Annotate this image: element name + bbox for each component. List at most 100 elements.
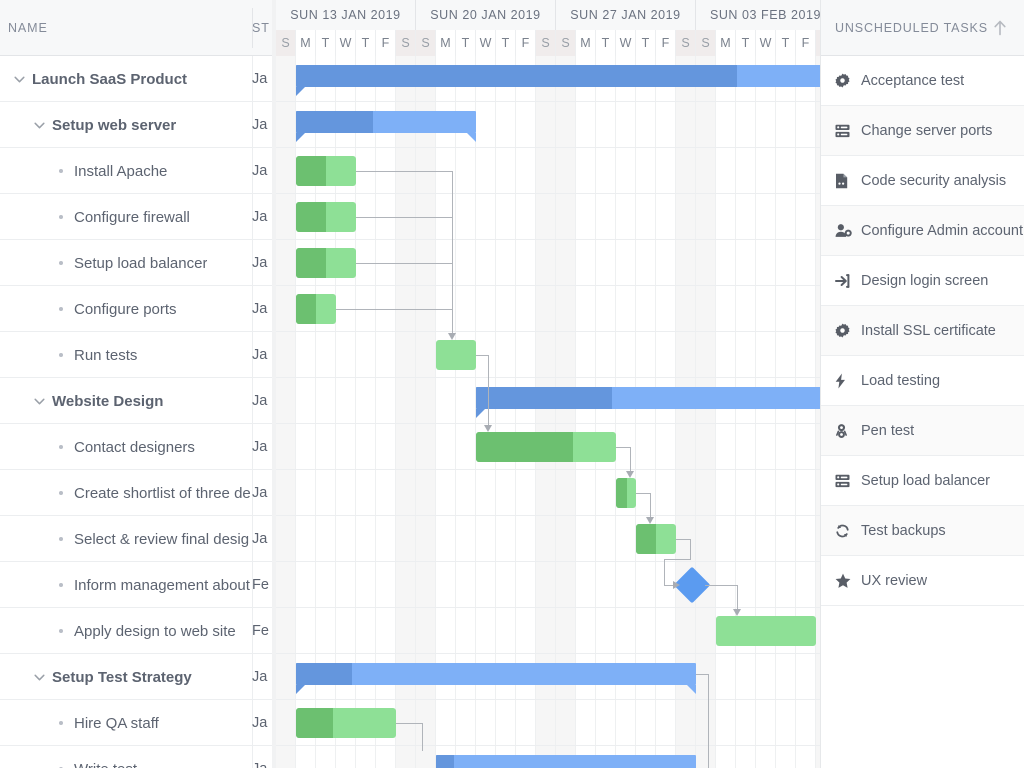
task-start-cell[interactable]: Ja xyxy=(252,746,272,768)
chevron-down-icon[interactable] xyxy=(6,73,32,86)
unscheduled-task-item[interactable]: Code security analysis xyxy=(821,156,1024,206)
task-name-cell[interactable]: Hire QA staff xyxy=(0,700,252,746)
table-row[interactable]: Contact designersJa xyxy=(0,424,272,470)
chevron-down-icon[interactable] xyxy=(26,671,52,684)
gantt-task-bar[interactable] xyxy=(436,340,476,370)
task-start-cell[interactable]: Ja xyxy=(252,194,272,240)
dependency-arrow xyxy=(484,425,492,432)
task-name-cell[interactable]: Setup Test Strategy xyxy=(0,654,252,700)
dependency-arrow xyxy=(673,581,680,589)
task-name-cell[interactable]: Configure ports xyxy=(0,286,252,332)
table-row[interactable]: Write testJa xyxy=(0,746,272,768)
unscheduled-task-item[interactable]: Configure Admin account xyxy=(821,206,1024,256)
unscheduled-task-item[interactable]: Load testing xyxy=(821,356,1024,406)
table-row[interactable]: Configure firewallJa xyxy=(0,194,272,240)
task-start-cell[interactable]: Fe xyxy=(252,608,272,654)
gantt-task-bar[interactable] xyxy=(616,478,636,508)
column-header-start[interactable]: ST xyxy=(252,0,272,56)
task-start-cell[interactable]: Ja xyxy=(252,654,272,700)
task-start-cell[interactable]: Ja xyxy=(252,240,272,286)
task-name-cell[interactable]: Website Design xyxy=(0,378,252,424)
timeline-body[interactable] xyxy=(276,56,820,768)
task-start-cell[interactable]: Ja xyxy=(252,286,272,332)
table-row[interactable]: Setup Test StrategyJa xyxy=(0,654,272,700)
task-start-cell[interactable]: Ja xyxy=(252,470,272,516)
task-start-cell[interactable]: Ja xyxy=(252,148,272,194)
task-name-cell[interactable]: Inform management about xyxy=(0,562,252,608)
row-gridline xyxy=(276,653,820,654)
task-start-cell[interactable]: Ja xyxy=(252,700,272,746)
unscheduled-task-item[interactable]: Install SSL certificate xyxy=(821,306,1024,356)
table-row[interactable]: Launch SaaS ProductJa xyxy=(0,56,272,102)
chevron-down-icon[interactable] xyxy=(26,119,52,132)
gantt-task-bar[interactable] xyxy=(716,616,816,646)
dependency-link xyxy=(690,539,691,559)
task-start-cell[interactable]: Ja xyxy=(252,516,272,562)
gantt-summary-bar[interactable] xyxy=(296,663,696,685)
task-name-cell[interactable]: Write test xyxy=(0,746,252,768)
task-start-cell[interactable]: Ja xyxy=(252,56,272,102)
gantt-summary-bar[interactable] xyxy=(436,755,696,768)
unscheduled-task-item[interactable]: Pen test xyxy=(821,406,1024,456)
table-row[interactable]: Select & review final desigJa xyxy=(0,516,272,562)
gantt-task-bar[interactable] xyxy=(476,432,616,462)
gantt-summary-bar[interactable] xyxy=(476,387,820,409)
chevron-down-icon[interactable] xyxy=(26,395,52,408)
task-name-cell[interactable]: Launch SaaS Product xyxy=(0,56,252,102)
gantt-task-bar[interactable] xyxy=(296,708,396,738)
unscheduled-task-item[interactable]: Test backups xyxy=(821,506,1024,556)
task-start-cell[interactable]: Ja xyxy=(252,102,272,148)
table-row[interactable]: Setup web serverJa xyxy=(0,102,272,148)
table-row[interactable]: Configure portsJa xyxy=(0,286,272,332)
task-name-cell[interactable]: Create shortlist of three de xyxy=(0,470,252,516)
column-header-name[interactable]: NAME xyxy=(0,0,252,56)
task-start-cell[interactable]: Ja xyxy=(252,332,272,378)
dependency-link xyxy=(664,559,691,560)
task-start-cell[interactable]: Ja xyxy=(252,424,272,470)
task-start-cell[interactable]: Fe xyxy=(252,562,272,608)
day-column-band xyxy=(736,56,756,768)
table-row[interactable]: Setup load balancerJa xyxy=(0,240,272,286)
gantt-task-bar[interactable] xyxy=(296,202,356,232)
task-name-cell[interactable]: Install Apache xyxy=(0,148,252,194)
task-name-label: Select & review final desig xyxy=(74,531,249,548)
dependency-link xyxy=(664,559,665,585)
table-row[interactable]: Run testsJa xyxy=(0,332,272,378)
arrow-up-icon[interactable] xyxy=(988,0,1012,56)
award-icon xyxy=(835,421,861,441)
task-bar-progress xyxy=(296,202,326,232)
task-name-cell[interactable]: Apply design to web site xyxy=(0,608,252,654)
week-header: SUN 03 FEB 2019 xyxy=(696,0,820,30)
unscheduled-task-item[interactable]: Acceptance test xyxy=(821,56,1024,106)
gantt-summary-bar[interactable] xyxy=(296,65,820,87)
table-row[interactable]: Apply design to web site Fe xyxy=(0,608,272,654)
task-name-cell[interactable]: Select & review final desig xyxy=(0,516,252,562)
task-name-label: Apply design to web site xyxy=(74,623,236,640)
table-row[interactable]: Hire QA staffJa xyxy=(0,700,272,746)
unscheduled-task-item[interactable]: UX review xyxy=(821,556,1024,606)
table-row[interactable]: Install ApacheJa xyxy=(0,148,272,194)
gantt-task-bar[interactable] xyxy=(296,294,336,324)
unscheduled-task-item[interactable]: Design login screen xyxy=(821,256,1024,306)
task-name-cell[interactable]: Run tests xyxy=(0,332,252,378)
gantt-summary-bar[interactable] xyxy=(296,111,476,133)
task-start-cell[interactable]: Ja xyxy=(252,378,272,424)
gantt-task-bar[interactable] xyxy=(296,248,356,278)
row-gridline xyxy=(276,101,820,102)
table-row[interactable]: Inform management aboutFe xyxy=(0,562,272,608)
task-name-cell[interactable]: Configure firewall xyxy=(0,194,252,240)
summary-notch-left xyxy=(476,409,485,418)
unscheduled-task-item[interactable]: Change server ports xyxy=(821,106,1024,156)
gantt-task-bar[interactable] xyxy=(296,156,356,186)
login-arrow-icon xyxy=(835,271,861,291)
task-name-cell[interactable]: Contact designers xyxy=(0,424,252,470)
task-name-cell[interactable]: Setup web server xyxy=(0,102,252,148)
gantt-task-bar[interactable] xyxy=(636,524,676,554)
table-row[interactable]: Create shortlist of three deJa xyxy=(0,470,272,516)
task-grid-rows: Launch SaaS ProductJaSetup web serverJaI… xyxy=(0,56,272,768)
table-row[interactable]: Website DesignJa xyxy=(0,378,272,424)
unscheduled-task-item[interactable]: Setup load balancer xyxy=(821,456,1024,506)
server-icon xyxy=(835,471,861,491)
task-name-cell[interactable]: Setup load balancer xyxy=(0,240,252,286)
timeline-scroll-area[interactable]: SUN 13 JAN 2019SUN 20 JAN 2019SUN 27 JAN… xyxy=(276,0,820,768)
